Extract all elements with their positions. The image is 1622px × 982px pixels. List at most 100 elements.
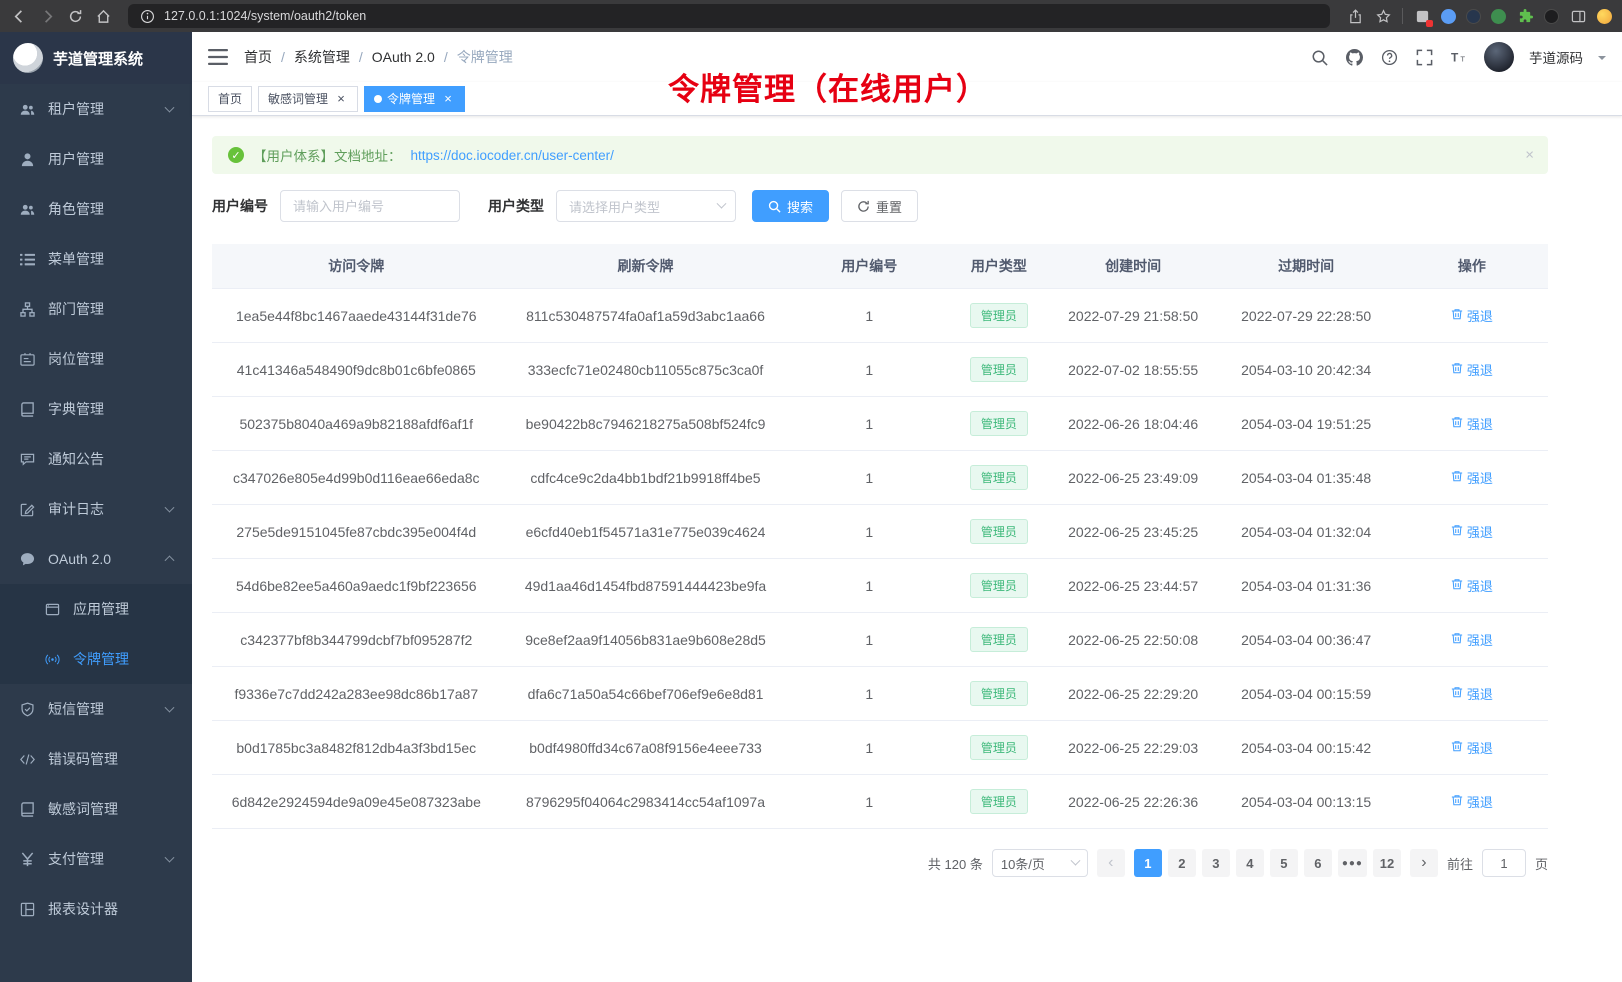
access-token-cell: 54d6be82ee5a460a9aedc1f9bf223656	[212, 559, 501, 613]
font-size-icon[interactable]: TT	[1449, 47, 1469, 67]
pagination-more-icon[interactable]: ●●●	[1338, 849, 1367, 877]
close-icon[interactable]: ×	[1525, 147, 1534, 164]
navbar-actions: TT 芋道源码	[1309, 42, 1606, 72]
pagination-page-12[interactable]: 12	[1373, 849, 1401, 877]
tab-0[interactable]: 首页	[208, 86, 252, 112]
back-icon[interactable]	[10, 7, 28, 25]
roles-users-icon	[19, 201, 36, 217]
force-logout-label: 强退	[1467, 738, 1493, 757]
tab-1[interactable]: 敏感词管理×	[258, 86, 358, 112]
sidebar-item-10[interactable]: 应用管理	[0, 584, 192, 634]
site-info-icon[interactable]	[138, 7, 156, 25]
chevron-down-icon	[165, 853, 175, 863]
force-logout-button[interactable]: 强退	[1451, 738, 1493, 757]
sidebar-item-4[interactable]: 部门管理	[0, 284, 192, 334]
share-icon[interactable]	[1346, 7, 1364, 25]
sidebar-item-14[interactable]: 敏感词管理	[0, 784, 192, 834]
sidebar-item-12[interactable]: 短信管理	[0, 684, 192, 734]
force-logout-button[interactable]: 强退	[1451, 684, 1493, 703]
pagination-page-4[interactable]: 4	[1236, 849, 1264, 877]
pagination-page-1[interactable]: 1	[1134, 849, 1162, 877]
sidebar-item-9[interactable]: OAuth 2.0	[0, 534, 192, 584]
breadcrumb-item[interactable]: 系统管理	[294, 47, 350, 67]
expire-time-cell: 2054-03-04 00:36:47	[1217, 613, 1396, 667]
profile-avatar[interactable]	[1597, 9, 1612, 24]
page-size-select[interactable]: 10条/页	[992, 849, 1088, 877]
sidebar-item-3[interactable]: 菜单管理	[0, 234, 192, 284]
user-avatar[interactable]	[1484, 42, 1514, 72]
tab-2[interactable]: 令牌管理×	[364, 86, 465, 112]
pagination-page-3[interactable]: 3	[1202, 849, 1230, 877]
force-logout-button[interactable]: 强退	[1451, 414, 1493, 433]
user-name[interactable]: 芋道源码	[1529, 47, 1583, 67]
reload-icon[interactable]	[66, 7, 84, 25]
home-icon[interactable]	[94, 7, 112, 25]
extension-icon[interactable]	[1413, 7, 1431, 25]
force-logout-button[interactable]: 强退	[1451, 576, 1493, 595]
access-token-cell: 275e5de9151045fe87cbdc395e004f4d	[212, 505, 501, 559]
table-row: b0d1785bc3a8482f812db4a3f3bd15ec b0df498…	[212, 721, 1548, 775]
sidebar-toggle-icon[interactable]	[208, 48, 228, 66]
pagination: 共 120 条 10条/页 ‹ 123456●●●12 › 前往 页	[212, 849, 1548, 877]
sidebar-item-label: OAuth 2.0	[48, 551, 111, 567]
force-logout-button[interactable]: 强退	[1451, 522, 1493, 541]
pagination-page-2[interactable]: 2	[1168, 849, 1196, 877]
force-logout-button[interactable]: 强退	[1451, 792, 1493, 811]
forward-icon[interactable]	[38, 7, 56, 25]
force-logout-label: 强退	[1467, 414, 1493, 433]
refresh-token-cell: 9ce8ef2aa9f14056b831ae9b608e28d5	[501, 613, 791, 667]
extension-icon[interactable]	[1544, 9, 1559, 24]
access-token-cell: 6d842e2924594de9a09e45e087323abe	[212, 775, 501, 829]
select-placeholder: 请选择用户类型	[569, 197, 660, 216]
sidebar-item-6[interactable]: 字典管理	[0, 384, 192, 434]
breadcrumb-item[interactable]: OAuth 2.0	[372, 49, 435, 65]
chevron-down-icon	[165, 503, 175, 513]
user-id-input[interactable]	[280, 190, 460, 222]
bookmark-star-icon[interactable]	[1374, 7, 1392, 25]
column-header: 访问令牌	[212, 244, 501, 289]
sidebar-item-15[interactable]: 支付管理	[0, 834, 192, 884]
sidebar-item-8[interactable]: 审计日志	[0, 484, 192, 534]
force-logout-button[interactable]: 强退	[1451, 630, 1493, 649]
app-logo[interactable]: 芋道管理系统	[0, 32, 192, 84]
extension-icon[interactable]	[1466, 9, 1481, 24]
doc-link[interactable]: https://doc.iocoder.cn/user-center/	[411, 148, 614, 163]
pagination-next-icon[interactable]: ›	[1410, 849, 1438, 877]
goto-page-input[interactable]	[1482, 849, 1526, 877]
address-bar[interactable]: 127.0.0.1:1024/system/oauth2/token	[128, 4, 1330, 28]
pagination-page-5[interactable]: 5	[1270, 849, 1298, 877]
search-button[interactable]: 搜索	[752, 190, 829, 222]
search-button-label: 搜索	[787, 197, 813, 216]
reset-button[interactable]: 重置	[841, 190, 918, 222]
breadcrumb-item[interactable]: 首页	[244, 47, 272, 67]
split-view-icon[interactable]	[1569, 7, 1587, 25]
force-logout-button[interactable]: 强退	[1451, 468, 1493, 487]
user-type-badge: 管理员	[970, 411, 1028, 436]
help-icon[interactable]	[1379, 47, 1399, 67]
sidebar-item-7[interactable]: 通知公告	[0, 434, 192, 484]
sidebar-item-5[interactable]: 岗位管理	[0, 334, 192, 384]
fullscreen-icon[interactable]	[1414, 47, 1434, 67]
chevron-down-icon[interactable]	[1598, 56, 1606, 64]
sidebar-item-1[interactable]: 用户管理	[0, 134, 192, 184]
close-icon[interactable]: ×	[441, 92, 455, 106]
sidebar-item-0[interactable]: 租户管理	[0, 84, 192, 134]
pagination-page-6[interactable]: 6	[1304, 849, 1332, 877]
delete-icon	[1451, 308, 1463, 323]
sidebar-item-11[interactable]: 令牌管理	[0, 634, 192, 684]
sidebar-item-13[interactable]: 错误码管理	[0, 734, 192, 784]
force-logout-button[interactable]: 强退	[1451, 306, 1493, 325]
tab-label: 首页	[218, 90, 242, 107]
extension-icon[interactable]	[1491, 9, 1506, 24]
user-type-select[interactable]: 请选择用户类型	[556, 190, 736, 222]
github-icon[interactable]	[1344, 47, 1364, 67]
sidebar-item-2[interactable]: 角色管理	[0, 184, 192, 234]
force-logout-button[interactable]: 强退	[1451, 360, 1493, 379]
extensions-puzzle-icon[interactable]	[1516, 7, 1534, 25]
search-icon[interactable]	[1309, 47, 1329, 67]
extension-icon[interactable]	[1441, 9, 1456, 24]
created-time-cell: 2022-06-25 22:29:03	[1050, 721, 1217, 775]
pagination-prev-icon[interactable]: ‹	[1097, 849, 1125, 877]
sidebar-item-16[interactable]: 报表设计器	[0, 884, 192, 934]
close-icon[interactable]: ×	[334, 92, 348, 106]
